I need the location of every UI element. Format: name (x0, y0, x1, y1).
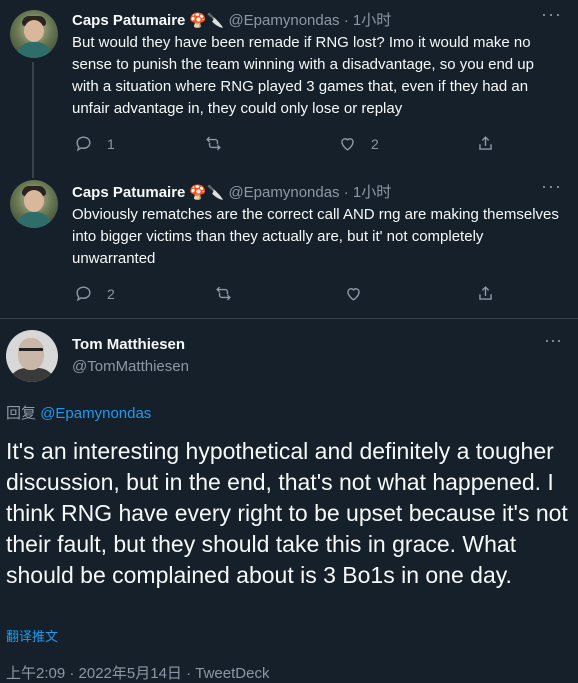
share-button[interactable] (476, 134, 495, 153)
avatar-glasses (19, 348, 43, 356)
main-tweet-text: It's an interesting hypothetical and def… (6, 438, 568, 588)
more-icon[interactable]: ··· (541, 4, 562, 25)
main-author-name[interactable]: Tom Matthiesen (72, 336, 185, 353)
retweet-icon (206, 136, 221, 151)
more-icon[interactable]: ··· (541, 176, 562, 197)
author-handle[interactable]: @Epamynondas (228, 184, 339, 201)
avatar[interactable] (10, 10, 58, 58)
thread-line (32, 62, 34, 178)
like-button[interactable]: 2 (338, 134, 379, 153)
reply-count: 1 (107, 135, 115, 152)
tweet-header: Caps Patumaire 🍄🔪 @Epamynondas · 1小时 (72, 181, 391, 202)
name-emoji: 🍄🔪 (189, 12, 225, 28)
reply-button[interactable]: 2 (74, 284, 115, 303)
more-icon[interactable]: ··· (544, 330, 562, 351)
separator-dot: · (343, 184, 349, 201)
avatar[interactable] (10, 180, 58, 228)
separator-dot: · (343, 12, 349, 29)
tweet-1[interactable]: Caps Patumaire 🍄🔪 @Epamynondas · 1小时 ··· … (0, 0, 578, 178)
avatar-shirt (16, 42, 52, 58)
reply-count: 2 (107, 285, 115, 302)
tweet-text: But would they have been remade if RNG l… (72, 34, 534, 117)
action-bar: 1 2 (72, 134, 512, 154)
reply-icon (76, 286, 91, 302)
avatar-shirt (16, 212, 52, 228)
timestamp[interactable]: 1小时 (353, 184, 391, 201)
like-icon (347, 288, 360, 301)
replying-prefix: 回复 (6, 405, 37, 422)
share-icon (479, 286, 492, 300)
share-icon (479, 136, 492, 150)
tweet-meta: 上午2:09 · 2022年5月14日 · TweetDeck (6, 665, 270, 682)
reply-button[interactable]: 1 (74, 134, 115, 153)
tweet-2[interactable]: Caps Patumaire 🍄🔪 @Epamynondas · 1小时 ··· … (0, 176, 578, 318)
action-bar: 2 (72, 284, 512, 304)
like-count: 2 (371, 135, 379, 152)
main-author-handle[interactable]: @TomMatthiesen (72, 358, 189, 375)
avatar-shirt (8, 368, 56, 382)
tweet-header: Caps Patumaire 🍄🔪 @Epamynondas · 1小时 (72, 9, 391, 30)
author-name[interactable]: Caps Patumaire (72, 184, 185, 201)
like-icon (341, 138, 354, 151)
replying-to: 回复 @Epamynondas (6, 402, 151, 423)
divider (0, 318, 578, 319)
translate-link[interactable]: 翻译推文 (6, 626, 58, 645)
replying-to-link[interactable]: @Epamynondas (40, 405, 151, 422)
retweet-button[interactable] (214, 284, 247, 303)
timestamp[interactable]: 1小时 (353, 12, 391, 29)
reply-icon (76, 136, 91, 152)
share-button[interactable] (476, 284, 495, 303)
avatar-face (24, 190, 44, 212)
retweet-icon (216, 286, 231, 301)
author-name[interactable]: Caps Patumaire (72, 12, 185, 29)
retweet-button[interactable] (204, 134, 237, 153)
like-button[interactable] (344, 284, 377, 303)
author-handle[interactable]: @Epamynondas (228, 12, 339, 29)
name-emoji: 🍄🔪 (189, 184, 225, 200)
avatar-face (24, 20, 44, 42)
tweet-text: Obviously rematches are the correct call… (72, 206, 559, 267)
main-avatar[interactable] (6, 330, 58, 382)
